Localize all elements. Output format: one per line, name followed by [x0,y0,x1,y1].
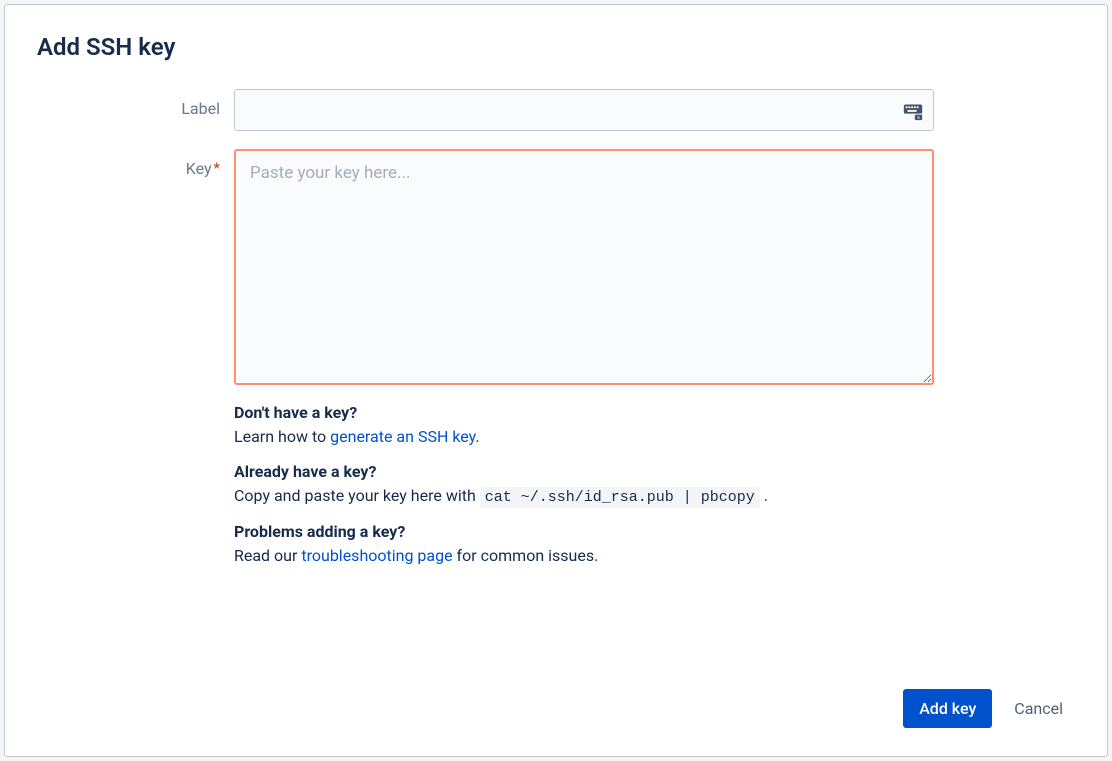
help-have-key-suffix: . [760,486,768,505]
label-text: Label [181,99,220,118]
help-no-key-prefix: Learn how to [234,427,330,446]
page-title: Add SSH key [37,33,1067,61]
troubleshooting-link[interactable]: troubleshooting page [301,546,452,565]
add-key-button[interactable]: Add key [903,689,992,728]
help-problems-heading: Problems adding a key? [234,522,934,541]
help-block: Don't have a key? Learn how to generate … [234,403,934,568]
help-no-key-text: Learn how to generate an SSH key. [234,426,934,448]
help-problems: Problems adding a key? Read our troubles… [234,522,934,567]
generate-ssh-key-link[interactable]: generate an SSH key [330,427,475,446]
help-no-key-suffix: . [475,427,479,446]
help-problems-prefix: Read our [234,546,301,565]
label-row: Label 5 [37,89,1067,131]
help-have-key: Already have a key? Copy and paste your … [234,462,934,508]
copy-command-code: cat ~/.ssh/id_rsa.pub | pbcopy [480,487,760,508]
key-row: Key* [37,149,1067,389]
label-field-label: Label [37,89,234,118]
help-have-key-prefix: Copy and paste your key here with [234,486,480,505]
help-no-key: Don't have a key? Learn how to generate … [234,403,934,448]
help-have-key-heading: Already have a key? [234,462,934,481]
help-problems-suffix: for common issues. [453,546,599,565]
help-have-key-text: Copy and paste your key here with cat ~/… [234,485,934,508]
button-row: Add key Cancel [903,689,1067,728]
key-field-label: Key* [37,149,234,178]
help-problems-text: Read our troubleshooting page for common… [234,545,934,567]
help-no-key-heading: Don't have a key? [234,403,934,422]
key-textarea[interactable] [234,149,934,385]
label-input[interactable] [234,89,934,131]
add-ssh-key-panel: Add SSH key Label 5 [4,4,1108,757]
key-label-text: Key [186,159,212,178]
required-indicator: * [214,159,220,177]
cancel-button[interactable]: Cancel [1010,691,1067,726]
